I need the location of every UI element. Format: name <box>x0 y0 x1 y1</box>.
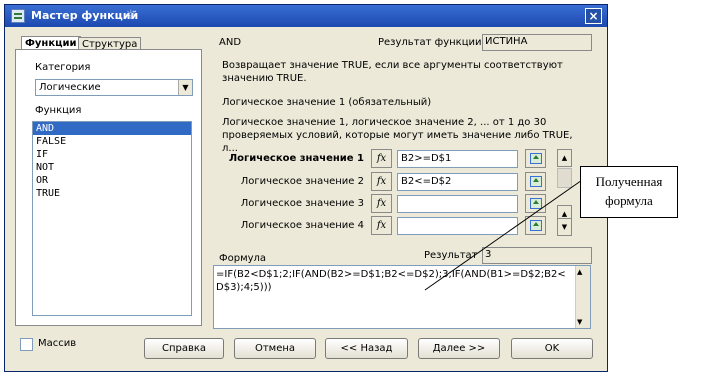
annotation-line-2: формула <box>605 193 653 208</box>
category-label: Категория <box>35 62 91 73</box>
cancel-button[interactable]: Отмена <box>234 338 316 359</box>
arg-scroll-down[interactable]: ▼ <box>557 218 572 236</box>
arg-label-2: Логическое значение 2 <box>240 176 364 187</box>
chevron-down-icon[interactable]: ▼ <box>178 80 192 95</box>
shrink-button-1[interactable] <box>525 149 546 168</box>
fx-button-2[interactable]: fx <box>371 172 392 191</box>
function-list[interactable]: AND FALSE IF NOT OR TRUE <box>32 121 192 316</box>
formula-label: Формула <box>219 253 267 264</box>
array-checkbox[interactable] <box>20 338 33 351</box>
annotation-line-1: Полученная <box>595 174 663 189</box>
help-button[interactable]: Справка <box>144 338 224 359</box>
function-result-field: ИСТИНА <box>482 34 592 51</box>
title-bar[interactable]: Мастер функций ☼ × <box>5 5 607 27</box>
arg-label-4: Логическое значение 4 <box>240 220 364 231</box>
array-label: Массив <box>38 338 77 349</box>
arg-input-4[interactable] <box>397 217 518 235</box>
arg-input-3[interactable] <box>397 195 518 213</box>
list-item[interactable]: AND <box>33 122 191 135</box>
next-button[interactable]: Далее >> <box>418 338 500 359</box>
shrink-button-4[interactable] <box>525 216 546 235</box>
list-item[interactable]: OR <box>33 174 191 187</box>
arg-scroll-thumb[interactable] <box>557 168 572 188</box>
arrow-up-icon <box>533 222 539 226</box>
category-value: Логические <box>39 82 101 93</box>
fx-button-1[interactable]: fx <box>371 149 392 168</box>
arg-label-3: Логическое значение 3 <box>240 198 364 209</box>
result-field: 3 <box>482 247 592 264</box>
scroll-down-icon[interactable]: ▼ <box>577 318 582 326</box>
ok-button[interactable]: OK <box>511 338 593 359</box>
fx-button-3[interactable]: fx <box>371 194 392 213</box>
category-select[interactable]: Логические ▼ <box>35 79 193 96</box>
spreadsheet-app-icon <box>11 9 25 23</box>
annotation-box: Полученная формула <box>580 166 678 218</box>
back-button[interactable]: << Назад <box>325 338 408 359</box>
list-item[interactable]: IF <box>33 148 191 161</box>
formula-textarea[interactable]: =IF(B2<D$1;2;IF(AND(B2>=D$1;B2<=D$2);3;I… <box>213 265 591 329</box>
arrow-up-icon <box>533 178 539 182</box>
shrink-button-3[interactable] <box>525 194 546 213</box>
function-name: AND <box>219 37 242 48</box>
function-label: Функция <box>35 105 82 116</box>
argument-heading: Логическое значение 1 (обязательный) <box>222 97 432 108</box>
arg-input-1[interactable]: B2>=D$1 <box>397 150 518 168</box>
spiral-icon: ☼ <box>125 8 137 23</box>
formula-text: =IF(B2<D$1;2;IF(AND(B2>=D$1;B2<=D$2);3;I… <box>216 269 566 293</box>
scroll-up-icon[interactable]: ▲ <box>577 268 582 276</box>
arrow-up-icon <box>533 200 539 204</box>
arg-scroll-up[interactable]: ▲ <box>557 149 572 167</box>
arg-label-1: Логическое значение 1 <box>228 153 364 164</box>
list-item[interactable]: NOT <box>33 161 191 174</box>
list-item[interactable]: TRUE <box>33 187 191 200</box>
arrow-up-icon <box>533 155 539 159</box>
window-title: Мастер функций <box>31 9 139 22</box>
list-item[interactable]: FALSE <box>33 135 191 148</box>
function-result-label: Результат функции <box>378 37 482 48</box>
result-label: Результат <box>424 250 478 261</box>
function-description: Возвращает значение TRUE, если все аргум… <box>222 60 563 84</box>
shrink-button-2[interactable] <box>525 172 546 191</box>
fx-button-4[interactable]: fx <box>371 216 392 235</box>
close-button[interactable]: × <box>585 8 602 24</box>
formula-scrollbar[interactable]: ▲ ▼ <box>575 266 590 328</box>
arg-input-2[interactable]: B2<=D$2 <box>397 173 518 191</box>
